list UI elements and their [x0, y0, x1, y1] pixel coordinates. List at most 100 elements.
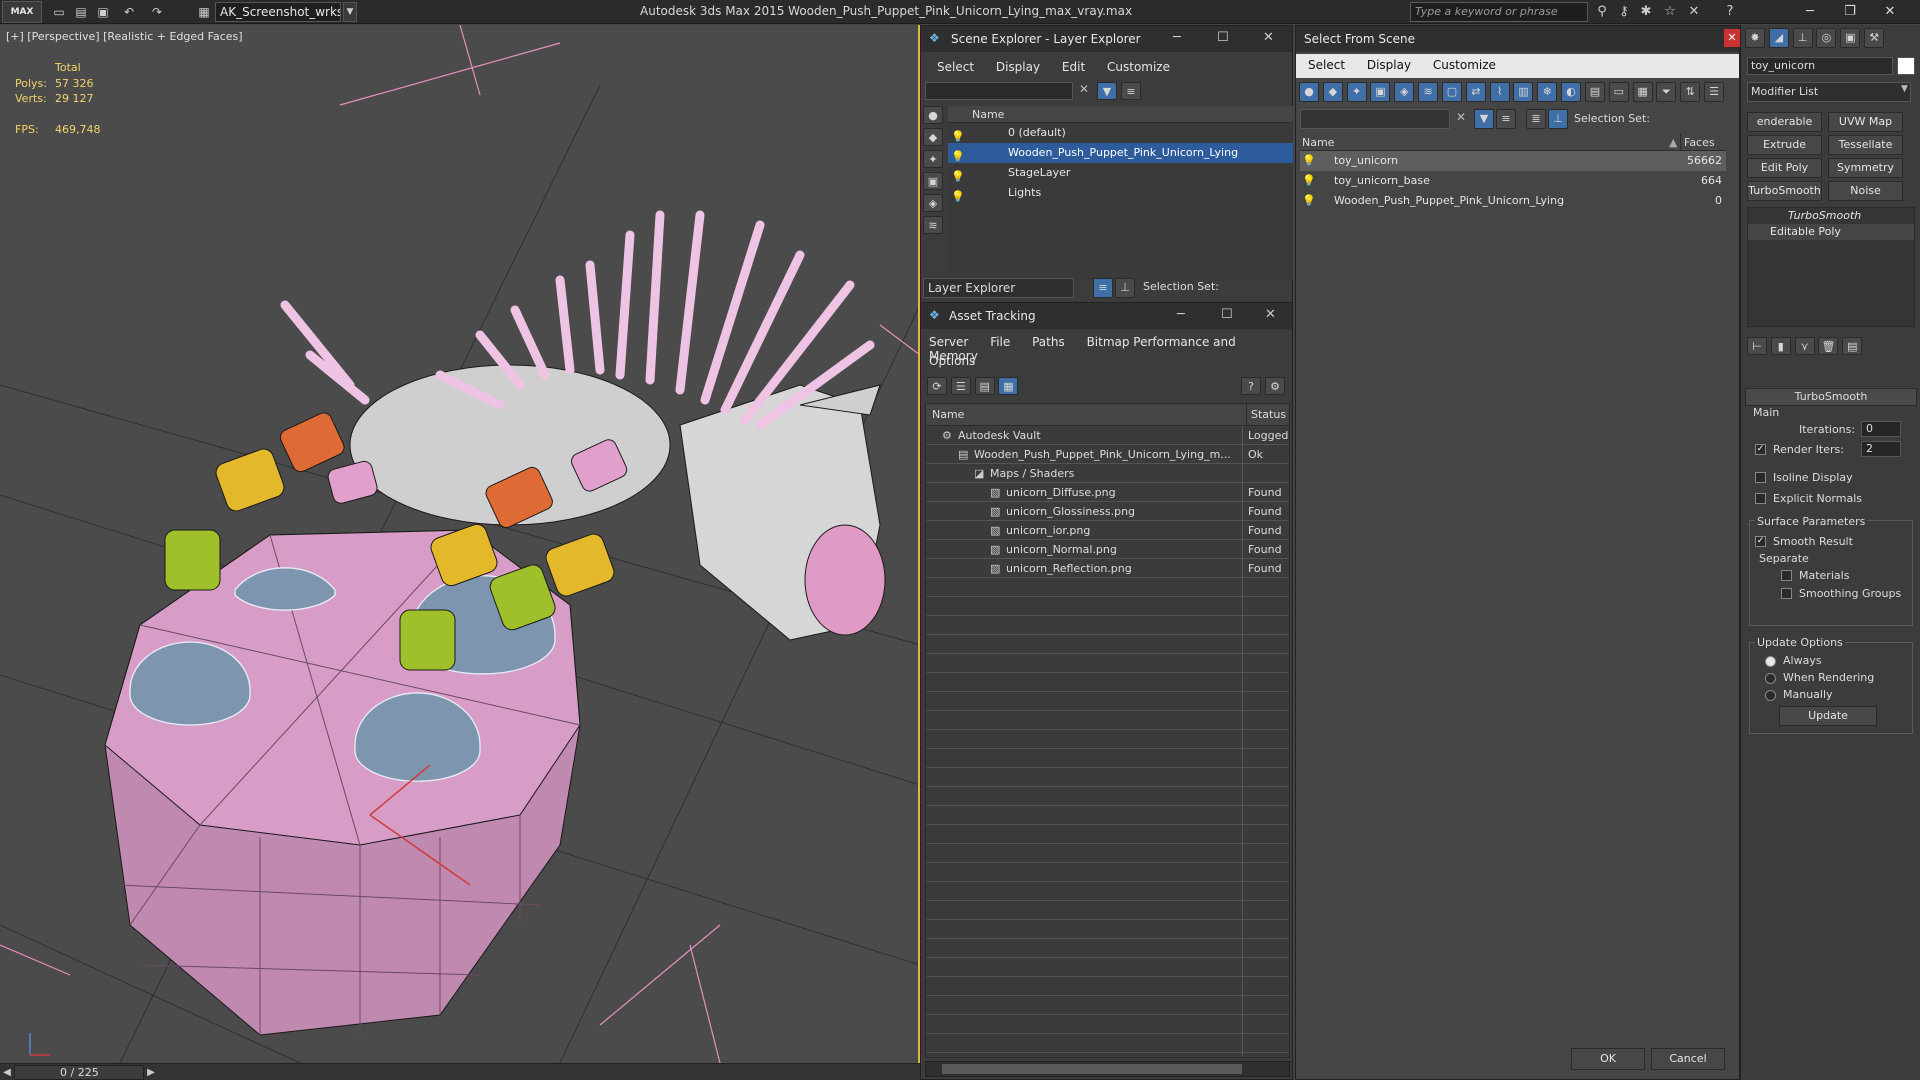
display-cameras-icon[interactable]: ▣	[923, 172, 943, 190]
visibility-bulb-icon[interactable]: 💡	[1302, 171, 1316, 191]
render-iters-spinner[interactable]: 2	[1861, 441, 1901, 457]
hierarchy-tab-icon[interactable]: ⊥	[1792, 28, 1813, 48]
uvw-map-button[interactable]: UVW Map	[1828, 112, 1903, 132]
help-icon[interactable]: ?	[1720, 3, 1740, 21]
when-rendering-radio[interactable]	[1765, 673, 1776, 684]
columns-icon[interactable]: ☰	[1704, 82, 1725, 102]
close-button[interactable]: ✕	[1724, 29, 1740, 47]
open-file-icon[interactable]: ▤	[72, 3, 90, 21]
visibility-bulb-icon[interactable]: 💡	[1302, 191, 1316, 211]
menu-select[interactable]: Select	[937, 60, 974, 74]
smoothing-groups-checkbox[interactable]	[1781, 588, 1792, 599]
column-header-faces[interactable]: Faces	[1680, 134, 1715, 151]
object-row[interactable]: 💡 toy_unicorn 56662	[1300, 151, 1726, 171]
menu-customize[interactable]: Customize	[1107, 60, 1170, 74]
find-input[interactable]	[1300, 109, 1450, 129]
filter-containers-icon[interactable]: ▥	[1513, 82, 1534, 102]
filter-spacewarps-icon[interactable]: ≋	[1418, 82, 1439, 102]
refresh-icon[interactable]: ⟳	[927, 377, 947, 395]
layer-row[interactable]: StageLayer	[948, 163, 1293, 183]
binoculars-icon[interactable]: ⚲	[1592, 3, 1612, 21]
minimize-button[interactable]: ─	[1790, 0, 1830, 24]
create-tab-icon[interactable]: ✸	[1745, 28, 1765, 48]
render-iters-checkbox[interactable]: ✓	[1755, 444, 1766, 455]
visibility-bulb-icon[interactable]: 💡	[1302, 151, 1316, 171]
asset-row[interactable]: ▧ unicorn_Normal.png Found	[926, 540, 1289, 559]
turbosmooth-rollout-title[interactable]: TurboSmooth	[1745, 388, 1917, 406]
menu-options[interactable]: Options	[929, 354, 975, 368]
asset-row[interactable]: ◪ Maps / Shaders	[926, 464, 1289, 483]
stack-item-editable-poly[interactable]: Editable Poly	[1748, 224, 1914, 240]
asset-row[interactable]: ▧ unicorn_Reflection.png Found	[926, 559, 1289, 578]
display-tab-icon[interactable]: ▣	[1840, 28, 1861, 48]
table-view-icon[interactable]: ▦	[998, 377, 1019, 395]
help-icon[interactable]: ?	[1241, 377, 1261, 395]
app-logo[interactable]: MAX	[2, 1, 42, 23]
sort-by-layer-icon[interactable]: ≣	[1526, 109, 1546, 129]
column-header-name[interactable]: Name	[948, 106, 1293, 123]
display-spacewarps-icon[interactable]: ≋	[923, 216, 943, 234]
materials-checkbox[interactable]	[1781, 570, 1792, 581]
menu-file[interactable]: File	[990, 335, 1010, 349]
layer-row[interactable]: Lights	[948, 183, 1293, 203]
chevron-down-icon[interactable]: ▼	[1901, 84, 1908, 94]
menu-edit[interactable]: Edit	[1062, 60, 1085, 74]
filter-hidden-icon[interactable]: ◐	[1561, 82, 1582, 102]
search-input[interactable]: Type a keyword or phrase	[1410, 2, 1588, 22]
menu-customize[interactable]: Customize	[1433, 58, 1496, 72]
thumbnail-view-icon[interactable]: ▤	[974, 377, 995, 395]
menu-display[interactable]: Display	[996, 60, 1040, 74]
funnel-icon[interactable]: ⏷	[1656, 82, 1677, 102]
object-color-swatch[interactable]	[1897, 57, 1915, 75]
workspace-dropdown[interactable]: AK_Screenshot_wrksp	[215, 2, 341, 22]
asset-row[interactable]: ▧ unicorn_Diffuse.png Found	[926, 483, 1289, 502]
key-icon[interactable]: ⚷	[1614, 3, 1634, 21]
make-unique-icon[interactable]: ⋎	[1794, 337, 1815, 355]
noise-button[interactable]: Noise	[1828, 181, 1903, 201]
cancel-button[interactable]: Cancel	[1651, 1048, 1725, 1070]
prev-frame-icon[interactable]: ◀	[0, 1064, 14, 1080]
favorites-star-icon[interactable]: ☆	[1660, 3, 1680, 21]
new-file-icon[interactable]: ▭	[50, 3, 68, 21]
symmetry-button[interactable]: Symmetry	[1828, 158, 1903, 178]
asset-row[interactable]: ▧ unicorn_ior.png Found	[926, 521, 1289, 540]
show-end-result-icon[interactable]: ▮	[1770, 337, 1791, 355]
project-folder-icon[interactable]: ▦	[195, 3, 213, 21]
redo-icon[interactable]: ↷	[148, 3, 166, 21]
column-header-name[interactable]: Name	[1302, 134, 1334, 151]
display-shapes-icon[interactable]: ◆	[923, 128, 943, 146]
minimize-button[interactable]: ─	[1177, 307, 1185, 322]
display-geometry-icon[interactable]: ●	[923, 106, 943, 124]
modify-tab-icon[interactable]: ◢	[1768, 28, 1789, 48]
asset-row[interactable]: ⚙ Autodesk Vault Logged	[926, 426, 1289, 445]
restore-button[interactable]: ❐	[1830, 0, 1870, 24]
filter-xrefs-icon[interactable]: ⇄	[1465, 82, 1486, 102]
layer-visibility-icons[interactable]: 💡 💡 💡 💡	[951, 127, 965, 207]
undo-icon[interactable]: ↶	[120, 3, 138, 21]
filter-cameras-icon[interactable]: ▣	[1370, 82, 1391, 102]
pin-stack-icon[interactable]: ⊢	[1747, 337, 1767, 355]
hierarchy-icon[interactable]: ⊥	[1548, 109, 1568, 129]
layer-row[interactable]: 0 (default)	[948, 123, 1293, 143]
explicit-normals-checkbox[interactable]	[1755, 493, 1766, 504]
maximize-button[interactable]: ☐	[1221, 307, 1233, 322]
menu-server[interactable]: Server	[929, 335, 968, 349]
sort-icon[interactable]: ⇅	[1680, 82, 1701, 102]
clear-search-icon[interactable]: ✕	[1456, 110, 1466, 124]
isoline-display-checkbox[interactable]	[1755, 472, 1766, 483]
display-none-icon[interactable]: ▭	[1608, 82, 1629, 102]
time-slider-track[interactable]: 0 / 225	[14, 1065, 144, 1080]
filter-shapes-icon[interactable]: ◆	[1322, 82, 1343, 102]
menu-paths[interactable]: Paths	[1032, 335, 1065, 349]
save-icon[interactable]: ▣	[94, 3, 112, 21]
menu-display[interactable]: Display	[1367, 58, 1411, 72]
filter-groups-icon[interactable]: ▢	[1441, 82, 1462, 102]
display-lights-icon[interactable]: ✦	[923, 150, 943, 168]
scene-explorer-search-input[interactable]	[925, 82, 1073, 100]
explorer-type-dropdown[interactable]: Layer Explorer	[923, 278, 1074, 298]
layer-mode-icon[interactable]: ≡	[1093, 278, 1113, 298]
stack-item-turbosmooth[interactable]: TurboSmooth	[1748, 208, 1914, 224]
ok-button[interactable]: OK	[1571, 1048, 1645, 1070]
asset-row[interactable]: ▧ unicorn_Glossiness.png Found	[926, 502, 1289, 521]
close-button[interactable]: ✕	[1870, 0, 1910, 24]
